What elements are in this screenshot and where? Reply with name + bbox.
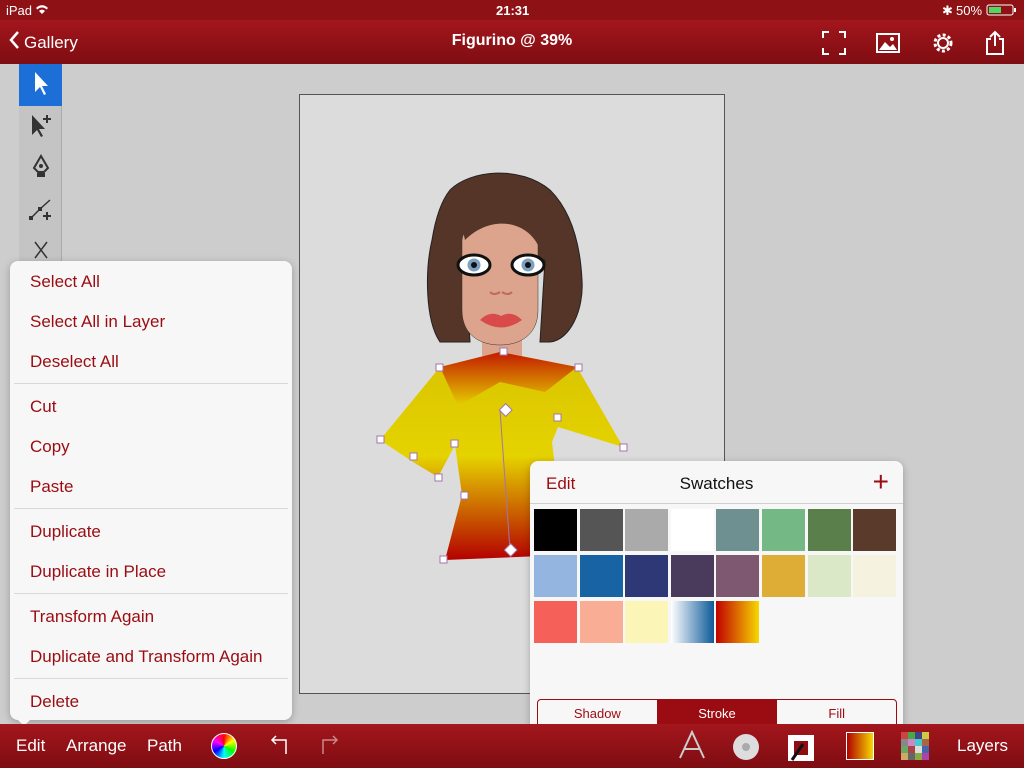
swatch[interactable] (670, 555, 714, 597)
swatch[interactable] (625, 555, 669, 597)
swatches-title: Swatches (679, 474, 754, 493)
image-icon[interactable] (875, 30, 901, 56)
tool-palette (19, 64, 62, 274)
pen-tool[interactable] (19, 148, 62, 190)
menu-item-copy[interactable]: Copy (30, 437, 70, 457)
swatch[interactable] (762, 509, 805, 551)
wifi-icon (34, 3, 50, 18)
back-label: Gallery (24, 32, 78, 52)
menu-divider (14, 593, 288, 594)
fullscreen-icon[interactable] (821, 30, 847, 56)
pen-nib-icon (30, 153, 52, 185)
panel-divider (530, 503, 903, 504)
swatch[interactable] (625, 601, 669, 643)
swatch[interactable] (807, 509, 851, 551)
device-name: iPad (6, 3, 33, 18)
swatch[interactable] (762, 555, 805, 597)
layers-button[interactable]: Layers (957, 736, 1008, 756)
swatch[interactable] (670, 509, 714, 551)
document-title: Figurino @ 39% (451, 32, 573, 49)
swatches-edit-button[interactable]: Edit (546, 474, 575, 494)
navigation-bar: Gallery Figurino @ 39% (0, 20, 1024, 64)
undo-icon[interactable] (266, 732, 292, 763)
redo-icon[interactable] (317, 732, 343, 763)
back-button[interactable]: Gallery (8, 30, 78, 55)
menu-item-cut[interactable]: Cut (30, 397, 56, 417)
share-icon[interactable] (982, 30, 1008, 56)
arrow-plus-icon (28, 112, 54, 143)
bluetooth-icon: ✱ (942, 3, 953, 18)
battery-icon (986, 4, 1018, 19)
node-path-icon (28, 196, 54, 227)
select-tool[interactable] (19, 64, 62, 106)
pattern-icon[interactable] (901, 732, 929, 765)
segment-fill[interactable]: Fill (777, 700, 896, 727)
chevron-left-icon (8, 30, 20, 55)
menu-item-duplicate-in-place[interactable]: Duplicate in Place (30, 562, 166, 582)
segment-shadow[interactable]: Shadow (538, 700, 658, 727)
swatch[interactable] (579, 509, 623, 551)
menu-divider (14, 508, 288, 509)
stroke-icon[interactable] (787, 734, 815, 767)
color-wheel-icon[interactable] (211, 733, 237, 759)
menu-item-transform-again[interactable]: Transform Again (30, 607, 154, 627)
battery-percent: 50% (956, 3, 983, 18)
swatch[interactable] (716, 555, 760, 597)
menu-item-select-all-in-layer[interactable]: Select All in Layer (30, 312, 165, 332)
swatch[interactable] (534, 509, 577, 551)
swatch[interactable] (716, 601, 760, 643)
menu-item-paste[interactable]: Paste (30, 477, 73, 497)
segment-stroke[interactable]: Stroke (657, 700, 778, 727)
menu-item-deselect-all[interactable]: Deselect All (30, 352, 119, 372)
swatch[interactable] (670, 601, 714, 643)
menu-divider (14, 678, 288, 679)
add-anchor-tool[interactable] (19, 190, 62, 232)
swatch[interactable] (625, 509, 669, 551)
swatches-panel: Edit Swatches + Shadow Stroke Fill (530, 461, 903, 736)
swatch[interactable] (534, 601, 577, 643)
menu-divider (14, 383, 288, 384)
edit-menu-button[interactable]: Edit (16, 736, 45, 756)
swatch[interactable] (579, 555, 623, 597)
add-swatch-button[interactable]: + (873, 466, 889, 498)
text-icon[interactable] (678, 729, 706, 765)
swatch[interactable] (534, 555, 577, 597)
swatch[interactable] (853, 509, 897, 551)
arrange-menu-button[interactable]: Arrange (66, 736, 126, 756)
menu-item-duplicate-and-transform-again[interactable]: Duplicate and Transform Again (30, 647, 262, 667)
swatch[interactable] (579, 601, 623, 643)
path-menu-button[interactable]: Path (147, 736, 182, 756)
menu-item-delete[interactable]: Delete (30, 692, 79, 712)
gear-icon[interactable] (930, 30, 956, 56)
paint-bucket-icon[interactable] (731, 732, 761, 767)
status-time: 21:31 (496, 3, 530, 18)
swatch[interactable] (716, 509, 760, 551)
edit-menu: Select All Select All in Layer Deselect … (10, 261, 292, 720)
arrow-pointer-icon (31, 70, 51, 101)
status-bar: iPad 21:31 ✱ 50% (0, 0, 1024, 20)
menu-item-duplicate[interactable]: Duplicate (30, 522, 101, 542)
fill-gradient-icon[interactable] (846, 732, 874, 760)
swatch[interactable] (807, 555, 851, 597)
bottom-toolbar: Edit Arrange Path Layers (0, 724, 1024, 768)
swatch[interactable] (853, 555, 897, 597)
menu-item-select-all[interactable]: Select All (30, 272, 100, 292)
direct-select-tool[interactable] (19, 106, 62, 148)
